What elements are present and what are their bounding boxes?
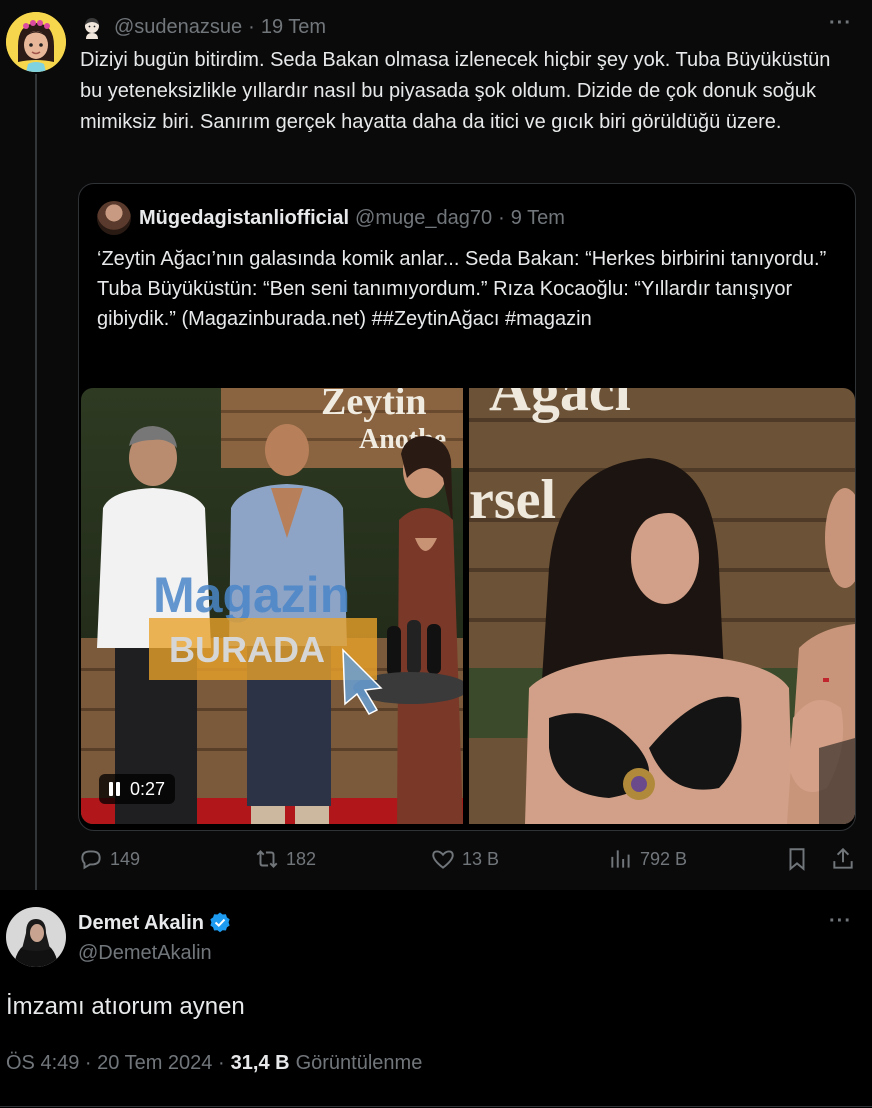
reply-icon [81,850,101,870]
repost-icon [256,850,278,868]
avatar[interactable] [6,907,66,967]
quoted-handle[interactable]: @muge_dag70 [355,207,492,230]
reply-author-name[interactable]: Demet Akalin [78,911,232,935]
share-button[interactable] [830,842,862,876]
avatar-memoji-icon [6,12,66,72]
video-timer-badge[interactable]: 0:27 [99,774,176,804]
share-icon [833,847,853,869]
reply-views-count: 31,4 B [230,1052,290,1074]
divider [0,1106,872,1107]
heart-icon [432,850,454,869]
quoted-tweet-text: ‘Zeytin Ağacı’nın galasında komik anlar.… [97,248,827,330]
quoted-name[interactable]: Mügedagistanliofficial [139,207,349,230]
person-emoji-icon [85,18,99,39]
reply-count: 149 [110,848,141,869]
like-count: 13 B [462,848,500,869]
avatar[interactable] [6,12,66,72]
bookmark-button[interactable] [784,842,816,876]
quoted-avatar[interactable] [97,201,131,235]
watermark-text: BURADA [169,629,325,670]
like-button[interactable]: 13 B [430,842,499,876]
pause-icon[interactable] [109,782,120,796]
more-options-icon[interactable]: ··· [829,910,852,933]
video-frame-left: Zeytin Anothe FL [81,388,463,824]
video-frame-right: Ağacı rsel [469,388,855,824]
parent-tweet-text: Diziyi bugün bitirdim. Seda Bakan olmasa… [80,49,831,133]
reply-tweet[interactable]: Demet Akalin @DemetAkalin ··· İmzamı atı… [0,890,872,1108]
reply-timestamp[interactable]: ÖS 4:49 · 20 Tem 2024 · [6,1052,225,1075]
tweet-actions: 149 182 13 B 792 B [78,842,856,876]
avatar-photo-icon [6,907,66,967]
page: @sudenazsue · 19 Tem ··· Diziyi bugün bi… [0,0,872,1108]
reply-button[interactable]: 149 [78,842,140,876]
parent-handle[interactable]: @sudenazsue [114,16,242,39]
author-name[interactable]: Demet Akalin [78,912,204,935]
separator-dot: · [248,15,255,38]
video-media[interactable]: Zeytin Anothe FL [81,388,855,824]
views-chart-icon [611,850,630,868]
gala-photo-left: Zeytin Anothe FL [81,388,463,824]
sign-text: Zeytin [321,388,427,423]
more-options-icon[interactable]: ··· [829,12,852,35]
quoted-tweet[interactable]: Mügedagistanliofficial @muge_dag70 · 9 T… [78,183,856,831]
reply-author-handle[interactable]: @DemetAkalin [78,942,212,965]
parent-time[interactable]: 19 Tem [261,16,326,39]
views-button[interactable]: 792 B [608,842,687,876]
parent-header: @sudenazsue · 19 Tem [80,14,326,40]
sign-text: rsel [469,469,556,531]
views-count: 792 B [640,848,688,869]
verified-badge-icon [210,912,230,933]
separator-dot: · [498,206,505,229]
repost-count: 182 [286,848,317,869]
reply-tweet-text: İmzamı atıorum aynen [6,993,245,1020]
reply-meta: ÖS 4:49 · 20 Tem 2024 · 31,4 B Görüntüle… [6,1052,422,1075]
quoted-time[interactable]: 9 Tem [511,207,565,230]
reply-views-label: Görüntülenme [295,1052,423,1074]
gala-photo-right: Ağacı rsel [469,388,855,824]
thread-line [35,74,37,904]
watermark-text: Magazin [153,567,350,623]
bookmark-icon [789,848,805,871]
video-time: 0:27 [130,778,166,799]
quoted-tweet-header: Mügedagistanliofficial @muge_dag70 · 9 T… [97,201,565,235]
parent-tweet[interactable]: @sudenazsue · 19 Tem ··· Diziyi bugün bi… [0,0,872,904]
repost-button[interactable]: 182 [254,842,316,876]
sign-text: Ağacı [489,388,631,423]
